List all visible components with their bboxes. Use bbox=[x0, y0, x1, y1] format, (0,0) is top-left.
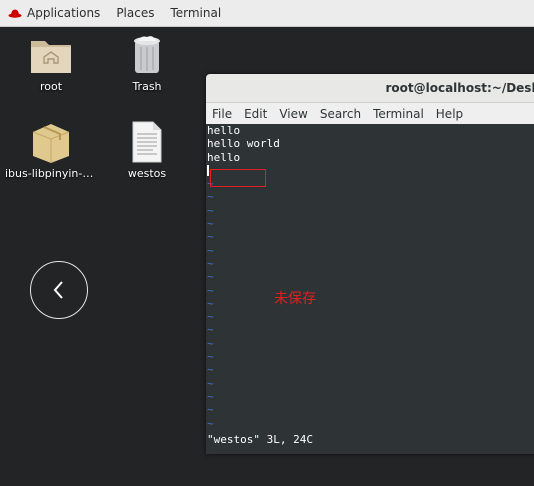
highlight-box bbox=[210, 169, 266, 187]
desktop-icon-label: ibus-libpinyin-1.... bbox=[5, 167, 97, 180]
empty-lines: ~ ~ ~ ~ ~ ~ ~ ~ ~ ~ ~ ~ ~ ~ ~ ~ ~ ~ ~ bbox=[207, 177, 534, 430]
menu-view[interactable]: View bbox=[279, 107, 307, 121]
menu-search[interactable]: Search bbox=[320, 107, 361, 121]
desktop-icon-package[interactable]: ibus-libpinyin-1.... bbox=[5, 118, 97, 180]
tilde-line: ~ bbox=[207, 283, 214, 297]
tilde-line: ~ bbox=[207, 363, 214, 377]
desktop-icon-label: westos bbox=[127, 167, 167, 180]
terminal-window: root@localhost:~/Desktop File Edit View … bbox=[206, 74, 534, 454]
menu-edit[interactable]: Edit bbox=[244, 107, 267, 121]
terminal-menu[interactable]: Terminal bbox=[170, 6, 221, 20]
tilde-line: ~ bbox=[207, 416, 214, 430]
window-title: root@localhost:~/Desktop bbox=[385, 81, 534, 95]
desktop-icon-label: Trash bbox=[132, 80, 162, 93]
text-line: hello bbox=[207, 150, 241, 164]
tilde-line: ~ bbox=[207, 403, 214, 417]
desktop-icon-label: root bbox=[39, 80, 63, 93]
package-icon bbox=[32, 124, 70, 163]
desktop-icon-westos[interactable]: westos bbox=[101, 120, 193, 180]
tilde-line: ~ bbox=[207, 310, 214, 324]
text-line: hello bbox=[207, 124, 241, 137]
tilde-line: ~ bbox=[207, 203, 214, 217]
trash-icon bbox=[134, 36, 160, 73]
tilde-line: ~ bbox=[207, 217, 214, 231]
tilde-line: ~ bbox=[207, 323, 214, 337]
tilde-line: ~ bbox=[207, 230, 214, 244]
terminal-menubar: File Edit View Search Terminal Help bbox=[206, 103, 534, 126]
text-file-icon bbox=[132, 121, 162, 163]
text-cursor bbox=[207, 165, 209, 177]
tilde-line: ~ bbox=[207, 190, 214, 204]
tilde-line: ~ bbox=[207, 389, 214, 403]
tilde-line: ~ bbox=[207, 296, 214, 310]
vim-status-line: "westos" 3L, 24C bbox=[207, 432, 313, 446]
annotation-text: 未保存 bbox=[274, 291, 316, 307]
tilde-line: ~ bbox=[207, 256, 214, 270]
menu-help[interactable]: Help bbox=[436, 107, 463, 121]
tilde-line: ~ bbox=[207, 336, 214, 350]
desktop-icon-root[interactable]: root bbox=[5, 33, 97, 93]
tilde-line: ~ bbox=[207, 350, 214, 364]
chevron-left-icon bbox=[53, 281, 63, 299]
tilde-line: ~ bbox=[207, 270, 214, 284]
home-folder-icon bbox=[31, 41, 71, 73]
applications-label: Applications bbox=[27, 6, 101, 20]
back-button[interactable] bbox=[30, 261, 88, 319]
text-line: hello world bbox=[207, 137, 280, 151]
top-bar: Applications Places Terminal bbox=[0, 0, 534, 27]
tilde-line: ~ bbox=[207, 243, 214, 257]
tilde-line: ~ bbox=[207, 376, 214, 390]
menu-terminal[interactable]: Terminal bbox=[373, 107, 424, 121]
applications-menu[interactable]: Applications bbox=[0, 6, 100, 20]
redhat-logo-icon bbox=[8, 9, 22, 18]
places-menu[interactable]: Places bbox=[116, 6, 154, 20]
desktop-icon-trash[interactable]: Trash bbox=[101, 33, 193, 93]
window-titlebar[interactable]: root@localhost:~/Desktop bbox=[206, 74, 534, 103]
menu-file[interactable]: File bbox=[212, 107, 232, 121]
